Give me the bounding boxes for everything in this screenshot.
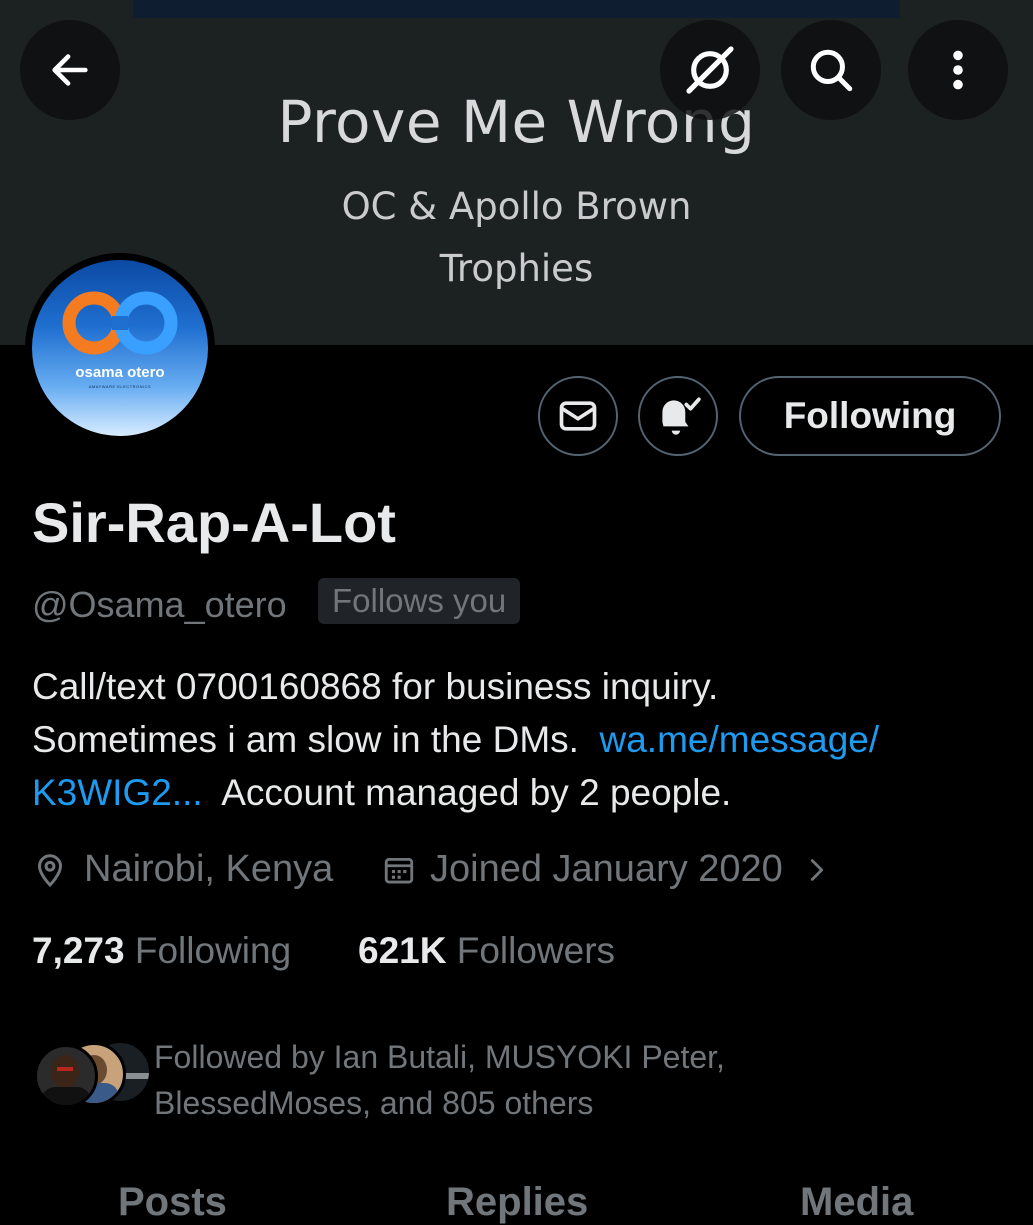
bio-link-continued[interactable]: K3WIG2... — [32, 772, 203, 813]
banner-artist: OC & Apollo Brown — [341, 185, 692, 228]
grok-icon — [686, 46, 734, 94]
banner-strip — [133, 0, 900, 18]
avatar-logo-subtext: AMAYWARE ELECTRONICS — [88, 384, 152, 389]
tab-replies[interactable]: Replies — [446, 1180, 588, 1225]
followed-by-line-1: Followed by Ian Butali, MUSYOKI Peter, — [154, 1039, 725, 1075]
following-stat[interactable]: 7,273 Following — [32, 930, 291, 972]
location-pin-icon — [37, 853, 63, 887]
tab-posts[interactable]: Posts — [118, 1180, 227, 1225]
profile-avatar[interactable]: osama otero AMAYWARE ELECTRONICS — [25, 253, 215, 443]
followers-label: Followers — [456, 930, 616, 971]
infinity-logo-icon — [62, 291, 178, 355]
bio-line-3: K3WIG2... Account managed by 2 people. — [32, 766, 1002, 819]
joined-text: Joined January 2020 — [430, 848, 783, 890]
bio-line-2: Sometimes i am slow in the DMs. wa.me/me… — [32, 713, 1002, 766]
notifications-button[interactable] — [638, 376, 718, 456]
grok-button[interactable] — [660, 20, 760, 120]
bio-link[interactable]: wa.me/message/ — [600, 719, 880, 760]
search-icon — [810, 49, 853, 92]
bio-line-1: Call/text 0700160868 for business inquir… — [32, 666, 719, 707]
message-button[interactable] — [538, 376, 618, 456]
joined-info[interactable]: Joined January 2020 — [382, 848, 831, 891]
following-count: 7,273 — [32, 930, 125, 971]
calendar-icon — [384, 857, 414, 883]
search-button[interactable] — [781, 20, 881, 120]
follows-you-badge: Follows you — [318, 578, 521, 624]
followed-by-text[interactable]: Followed by Ian Butali, MUSYOKI Peter, B… — [154, 1034, 894, 1126]
banner-title: Prove Me Wrong — [277, 88, 756, 156]
following-label: Following — [134, 930, 292, 971]
profile-bio: Call/text 0700160868 for business inquir… — [32, 660, 1002, 819]
location-text: Nairobi, Kenya — [84, 848, 334, 890]
followers-count: 621K — [358, 930, 447, 971]
avatar-image: osama otero AMAYWARE ELECTRONICS — [32, 260, 208, 436]
more-vertical-icon — [953, 50, 963, 90]
arrow-left-icon — [52, 54, 88, 86]
envelope-icon — [559, 401, 597, 431]
bio-text: Sometimes i am slow in the DMs. — [32, 719, 579, 760]
bio-managed-text: Account managed by 2 people. — [221, 772, 732, 813]
following-button[interactable]: Following — [739, 376, 1001, 456]
bell-check-icon — [662, 397, 701, 435]
more-options-button[interactable] — [908, 20, 1008, 120]
back-button[interactable] — [20, 20, 120, 120]
location-info: Nairobi, Kenya — [32, 848, 333, 891]
tab-media[interactable]: Media — [800, 1180, 913, 1225]
followed-by-line-2: BlessedMoses, and 805 others — [154, 1085, 594, 1121]
follower-avatar — [34, 1044, 98, 1108]
chevron-right-icon — [810, 858, 823, 881]
followers-stat[interactable]: 621K Followers — [358, 930, 615, 972]
display-name: Sir-Rap-A-Lot — [32, 491, 396, 554]
user-handle: @Osama_otero — [32, 584, 287, 625]
avatar-logo-text: osama otero — [75, 364, 165, 381]
